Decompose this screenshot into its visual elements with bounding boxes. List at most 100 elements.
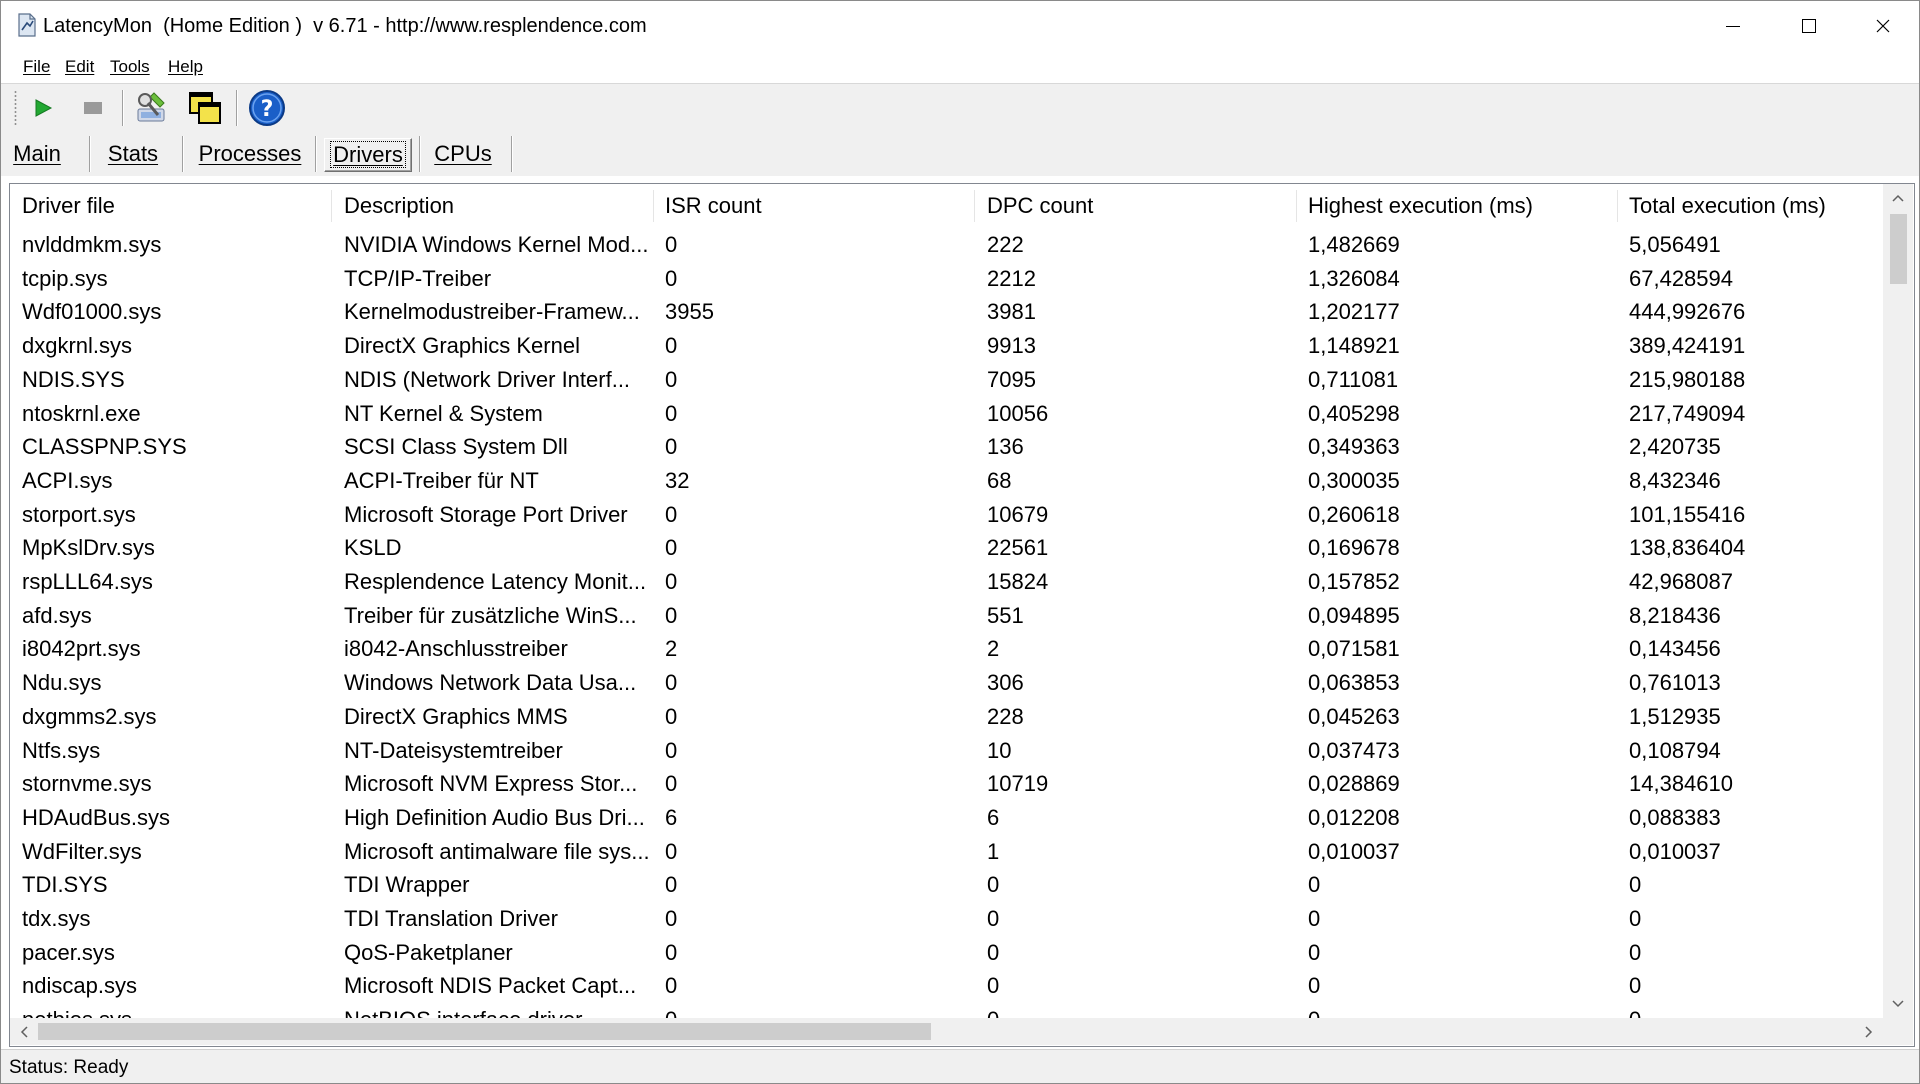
scroll-right-button[interactable]	[1855, 1018, 1883, 1045]
table-row[interactable]: WdFilter.sys Microsoft antimalware file s…	[10, 835, 1883, 869]
maximize-button[interactable]	[1771, 1, 1847, 51]
tab-drivers-label: Drivers	[330, 141, 406, 168]
cell-total-execution: 1,512935	[1629, 703, 1721, 729]
cell-highest-execution: 0,260618	[1308, 501, 1400, 527]
cell-dpc-count: 1	[987, 838, 1000, 864]
tab-stats[interactable]: Stats	[99, 138, 167, 170]
cell-isr-count: 0	[665, 535, 678, 561]
table-row[interactable]: dxgkrnl.sys DirectX Graphics Kernel 0 9913 1…	[10, 329, 1883, 363]
cell-description: NVIDIA Windows Kernel Mod...	[344, 232, 649, 257]
cell-description: Microsoft NVM Express Stor...	[344, 771, 638, 797]
cell-isr-count: 0	[665, 400, 678, 426]
vertical-scroll-thumb[interactable]	[1890, 214, 1907, 284]
menu-edit[interactable]: Edit	[65, 57, 94, 77]
cell-description: Microsoft Storage Port Driver	[344, 501, 628, 527]
menu-tools[interactable]: Tools	[110, 57, 150, 77]
table-row[interactable]: NDIS.SYS NDIS (Network Driver Interf... 0 7…	[10, 363, 1883, 397]
tab-main[interactable]: Main	[7, 138, 67, 170]
cell-driver-file: netbios.sys	[10, 1003, 331, 1018]
horizontal-scroll-thumb[interactable]	[38, 1023, 931, 1040]
toolbar-grip[interactable]	[14, 90, 17, 126]
table-row[interactable]: afd.sys Treiber für zusätzliche WinS... 0 5…	[10, 599, 1883, 633]
cell-total-execution: 217,749094	[1629, 400, 1746, 426]
horizontal-scrollbar[interactable]	[10, 1018, 1883, 1045]
cell-highest-execution: 0,157852	[1308, 569, 1400, 594]
cell-dpc-count: 6	[987, 804, 1000, 830]
cell-highest-execution: 0	[1296, 1003, 1617, 1018]
table-row[interactable]: storport.sys Microsoft Storage Port Drive…	[10, 498, 1883, 532]
close-button[interactable]	[1845, 1, 1919, 51]
stop-monitor-button[interactable]	[73, 88, 113, 128]
minimize-button[interactable]	[1695, 1, 1771, 51]
maximize-icon	[1802, 19, 1816, 33]
column-header-dpc-count[interactable]: DPC count	[975, 184, 1296, 228]
table-row[interactable]: rspLLL64.sys Resplendence Latency Monit..…	[10, 565, 1883, 599]
cell-isr-count: 0	[665, 906, 678, 931]
minimize-icon	[1726, 25, 1740, 27]
cell-driver-file: rspLLL64.sys	[22, 569, 153, 594]
table-row[interactable]: stornvme.sys Microsoft NVM Express Stor..…	[10, 767, 1883, 801]
cell-highest-execution: 0,063853	[1308, 670, 1400, 696]
table-row[interactable]: CLASSPNP.SYS SCSI Class System Dll 0 136 0,3…	[10, 430, 1883, 464]
cell-total-execution: 0,761013	[1629, 670, 1721, 696]
column-header-highest-execution[interactable]: Highest execution (ms)	[1296, 184, 1617, 228]
cell-isr-count: 0	[665, 973, 678, 999]
chevron-up-icon	[1892, 194, 1904, 202]
table-row[interactable]: dxgmms2.sys DirectX Graphics MMS 0 228 0,045…	[10, 700, 1883, 734]
cell-driver-file: WdFilter.sys	[22, 838, 142, 864]
scroll-down-button[interactable]	[1883, 990, 1913, 1018]
cell-dpc-count: 10	[987, 737, 1012, 763]
tab-separator	[89, 136, 91, 172]
help-button[interactable]: ?	[247, 88, 287, 128]
cell-total-execution: 42,968087	[1629, 569, 1733, 594]
cell-isr-count: 0	[665, 737, 678, 763]
table-row[interactable]: tdx.sys TDI Translation Driver 0 0 0 0	[10, 902, 1883, 936]
tab-cpus[interactable]: CPUs	[429, 138, 497, 170]
menu-help[interactable]: Help	[168, 57, 203, 77]
table-row[interactable]: Ntfs.sys NT-Dateisystemtreiber 0 10 0,037473…	[10, 734, 1883, 768]
cell-highest-execution: 0,300035	[1308, 467, 1400, 493]
table-row[interactable]: MpKslDrv.sys KSLD 0 22561 0,169678 138,836404	[10, 531, 1883, 565]
table-row[interactable]: tcpip.sys TCP/IP-Treiber 0 2212 1,326084 67,4…	[10, 262, 1883, 296]
table-row[interactable]: ndiscap.sys Microsoft NDIS Packet Capt...…	[10, 969, 1883, 1003]
column-header-driver-file[interactable]: Driver file	[10, 184, 331, 228]
cell-dpc-count: 7095	[987, 366, 1036, 392]
cell-description: DirectX Graphics MMS	[344, 703, 568, 729]
cell-highest-execution: 0,405298	[1308, 400, 1400, 426]
tab-processes[interactable]: Processes	[192, 138, 308, 170]
tab-separator	[182, 136, 184, 172]
drivers-list[interactable]: Driver file Description ISR count DPC co…	[9, 183, 1915, 1047]
scroll-up-button[interactable]	[1883, 184, 1913, 212]
table-row[interactable]: Wdf01000.sys Kernelmodustreiber-Framew...…	[10, 295, 1883, 329]
table-row[interactable]: Ndu.sys Windows Network Data Usa... 0 306 0,…	[10, 666, 1883, 700]
chevron-left-icon	[20, 1025, 28, 1038]
table-row[interactable]: HDAudBus.sys High Definition Audio Bus Dr…	[10, 801, 1883, 835]
table-row[interactable]: ntoskrnl.exe NT Kernel & System 0 10056 0,40…	[10, 397, 1883, 431]
scroll-left-button[interactable]	[10, 1018, 38, 1045]
vertical-scrollbar[interactable]	[1883, 184, 1913, 1018]
column-header-total-execution[interactable]: Total execution (ms)	[1617, 184, 1883, 228]
start-monitor-button[interactable]	[23, 88, 63, 128]
table-row[interactable]: i8042prt.sys i8042-Anschlusstreiber 2 2 0,07…	[10, 632, 1883, 666]
table-row[interactable]: netbios.sysNetBIOS interface driver0000	[10, 1003, 1883, 1018]
cell-driver-file: i8042prt.sys	[22, 636, 141, 662]
column-header-isr-count[interactable]: ISR count	[653, 184, 975, 228]
cell-total-execution: 5,056491	[1629, 232, 1721, 257]
table-row[interactable]: TDI.SYS TDI Wrapper 0 0 0 0	[10, 868, 1883, 902]
tab-drivers[interactable]: Drivers	[324, 138, 412, 172]
cell-description: NDIS (Network Driver Interf...	[344, 366, 631, 392]
cell-description: Treiber für zusätzliche WinS...	[344, 602, 637, 628]
tab-bar: Main Stats Processes Drivers CPUs	[1, 132, 1919, 176]
table-row[interactable]: nvlddmkm.sys NVIDIA Windows Kernel Mod...…	[10, 228, 1883, 262]
cell-description: QoS-Paketplaner	[344, 939, 513, 965]
table-row[interactable]: pacer.sys QoS-Paketplaner 0 0 0 0	[10, 936, 1883, 970]
cell-driver-file: TDI.SYS	[22, 872, 108, 898]
table-row[interactable]: ACPI.sys ACPI-Treiber für NT 32 68 0,300035 8…	[10, 464, 1883, 498]
column-header-description[interactable]: Description	[332, 184, 653, 228]
windows-button[interactable]	[185, 88, 225, 128]
cell-dpc-count: 0	[987, 973, 1000, 999]
cell-description: SCSI Class System Dll	[344, 434, 568, 460]
cell-total-execution: 0,143456	[1629, 636, 1721, 662]
menu-file[interactable]: File	[23, 57, 50, 77]
tools-button[interactable]	[133, 88, 173, 128]
